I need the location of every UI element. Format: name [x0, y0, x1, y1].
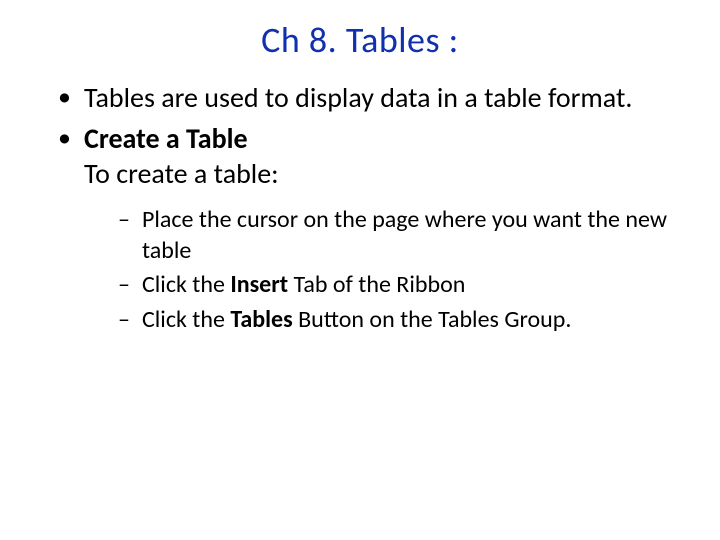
sub-bullet-list: Place the cursor on the page where you w… [84, 205, 690, 336]
slide-title: Ch 8. Tables : [30, 18, 690, 62]
sub-item-2: Click the Insert Tab of the Ribbon [118, 270, 690, 301]
sub-item-3: Click the Tables Button on the Tables Gr… [118, 305, 690, 336]
sub3-bold: Tables [230, 305, 292, 334]
create-table-intro: To create a table: [84, 156, 279, 191]
create-table-heading: Create a Table [84, 121, 248, 156]
sub-item-1: Place the cursor on the page where you w… [118, 205, 690, 266]
sub2-bold: Insert [230, 270, 288, 299]
sub2-post: Tab of the Ribbon [288, 270, 465, 299]
bullet-item-1: Tables are used to display data in a tab… [58, 80, 690, 115]
sub3-pre: Click the [142, 305, 230, 334]
sub2-pre: Click the [142, 270, 230, 299]
bullet-item-2: Create a Table To create a table: Place … [58, 121, 690, 336]
main-bullet-list: Tables are used to display data in a tab… [30, 80, 690, 336]
sub3-post: Button on the Tables Group. [293, 305, 572, 334]
